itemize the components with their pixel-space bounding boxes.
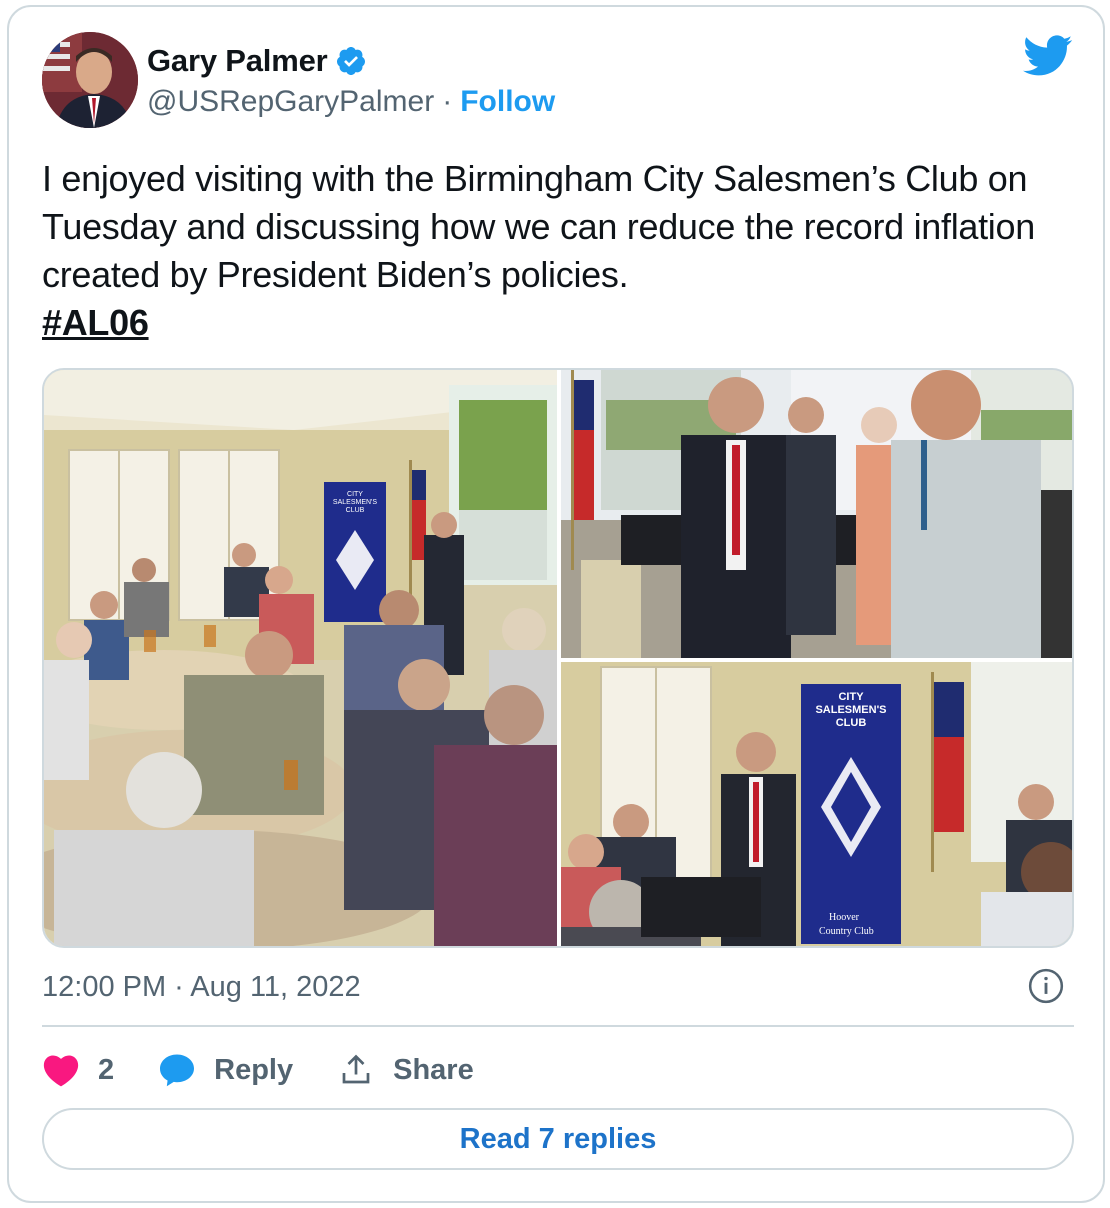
share-button[interactable]: Share (337, 1052, 474, 1088)
banner-footer-1: Hoover (829, 912, 860, 923)
author-handle[interactable]: @USRepGaryPalmer (147, 85, 434, 119)
tweet-text: I enjoyed visiting with the Birmingham C… (42, 155, 1082, 347)
verified-badge-icon (337, 47, 366, 75)
media-grid: CITY SALESMEN'S CLUB CITY SALESMEN'S CLU… (42, 368, 1074, 948)
reply-bubble-icon (160, 1054, 195, 1087)
tweet-body: I enjoyed visiting with the Birmingham C… (42, 158, 1035, 295)
author-handle-row: @USRepGaryPalmer · Follow (147, 85, 555, 119)
share-icon (342, 1054, 370, 1084)
heart-icon (43, 1055, 79, 1087)
banner-text-6: CLUB (836, 717, 867, 729)
separator-dot: · (442, 85, 453, 118)
tweet-card: Gary Palmer @USRepGaryPalmer · Follow I … (7, 5, 1105, 1203)
banner-text-1: CITY (347, 491, 363, 498)
banner-text-2: SALESMEN'S (333, 499, 377, 506)
photo-speaker[interactable]: CITY SALESMEN'S CLUB Hoover Country Club (561, 662, 1072, 946)
photo-conversation[interactable] (561, 370, 1072, 658)
twitter-bird-icon[interactable] (1023, 35, 1073, 77)
banner-footer-2: Country Club (819, 926, 874, 937)
share-label: Share (393, 1053, 474, 1086)
read-replies-button[interactable]: Read 7 replies (42, 1108, 1074, 1170)
tweet-timestamp[interactable]: 12:00 PM · Aug 11, 2022 (42, 971, 361, 1004)
author-name-row: Gary Palmer (147, 43, 367, 79)
banner-text-4: CITY (838, 691, 864, 703)
reply-button[interactable]: Reply (158, 1053, 293, 1087)
action-bar: 2 Reply Share (42, 1047, 518, 1093)
follow-link[interactable]: Follow (460, 85, 555, 119)
info-icon[interactable] (1027, 967, 1065, 1005)
banner-text-3: CLUB (346, 507, 365, 514)
avatar-photo (42, 32, 138, 128)
like-count: 2 (98, 1053, 115, 1086)
divider (42, 1025, 1074, 1027)
photo-audience[interactable]: CITY SALESMEN'S CLUB (44, 370, 557, 946)
author-avatar[interactable] (42, 32, 138, 128)
hashtag-link[interactable]: #AL06 (42, 302, 149, 343)
reply-label: Reply (214, 1053, 294, 1086)
banner-text-5: SALESMEN'S (815, 704, 886, 716)
like-button[interactable]: 2 (42, 1053, 114, 1087)
author-name[interactable]: Gary Palmer (147, 43, 328, 79)
